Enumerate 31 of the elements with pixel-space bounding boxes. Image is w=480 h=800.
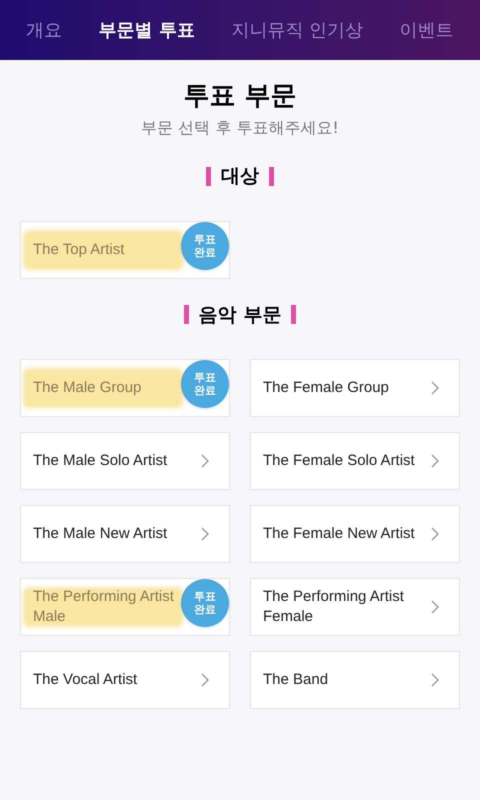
- category-card[interactable]: The Female Group: [250, 359, 460, 417]
- chevron-right-icon: [201, 454, 209, 468]
- page-title: 투표 부문: [183, 80, 297, 113]
- heading-bar-mark: [269, 166, 274, 186]
- nav-tab[interactable]: 지니뮤직 인기상: [231, 16, 364, 44]
- vote-complete-badge: 투표 완료: [181, 222, 229, 270]
- nav-tab[interactable]: 개요: [26, 16, 62, 44]
- section-heading: 음악 부문: [198, 302, 282, 328]
- category-card[interactable]: The Performing Artist Female: [250, 578, 460, 636]
- chevron-right-icon: [431, 381, 439, 395]
- vote-complete-badge: 투표 완료: [181, 360, 229, 408]
- nav-tab[interactable]: 부문별 투표: [98, 16, 195, 44]
- category-card[interactable]: The Female New Artist: [250, 505, 460, 563]
- nav-tab[interactable]: 이벤트: [400, 16, 454, 44]
- category-card[interactable]: The Vocal Artist: [20, 651, 230, 709]
- heading-bar-mark: [291, 305, 296, 324]
- chevron-right-icon: [431, 527, 439, 541]
- heading-bar-mark: [184, 305, 189, 324]
- chevron-right-icon: [201, 527, 209, 541]
- category-card[interactable]: The Male New Artist: [20, 505, 230, 563]
- section-heading: 대상: [221, 164, 259, 189]
- chevron-right-icon: [431, 673, 439, 687]
- chevron-right-icon: [431, 600, 439, 614]
- chevron-right-icon: [201, 673, 209, 687]
- heading-bar-mark: [206, 166, 211, 186]
- page-subtitle: 부문 선택 후 투표해주세요!: [141, 117, 339, 139]
- category-card[interactable]: The Band: [250, 651, 460, 709]
- category-card[interactable]: The Female Solo Artist: [250, 432, 460, 490]
- category-card[interactable]: The Male Solo Artist: [20, 432, 230, 490]
- vote-complete-badge: 투표 완료: [181, 579, 229, 627]
- chevron-right-icon: [431, 454, 439, 468]
